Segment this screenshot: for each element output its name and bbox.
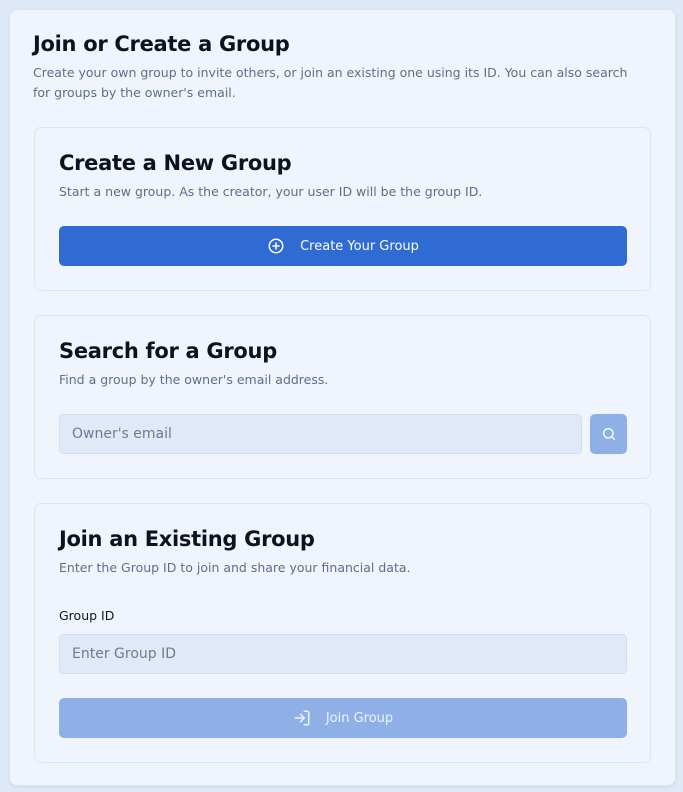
join-group-description: Enter the Group ID to join and share you… — [59, 560, 411, 575]
group-id-label: Group ID — [59, 608, 115, 623]
plus-circle-icon — [267, 237, 285, 255]
join-group-title: Join an Existing Group — [59, 527, 315, 551]
page-title: Join or Create a Group — [33, 32, 290, 56]
search-group-card: Search for a Group Find a group by the o… — [34, 315, 651, 479]
search-icon — [601, 426, 617, 442]
search-group-title: Search for a Group — [59, 339, 277, 363]
search-group-description: Find a group by the owner's email addres… — [59, 372, 329, 387]
group-panel: Join or Create a Group Create your own g… — [9, 9, 676, 786]
owner-email-input[interactable] — [59, 414, 582, 454]
create-group-title: Create a New Group — [59, 151, 292, 175]
join-group-button[interactable]: Join Group — [59, 698, 627, 738]
group-id-input[interactable] — [59, 634, 627, 674]
search-button[interactable] — [590, 414, 627, 454]
join-group-button-label: Join Group — [325, 710, 394, 726]
create-group-button-label: Create Your Group — [300, 238, 419, 254]
log-in-icon — [293, 709, 311, 727]
create-group-description: Start a new group. As the creator, your … — [59, 184, 483, 199]
create-group-card: Create a New Group Start a new group. As… — [34, 127, 651, 291]
page-description: Create your own group to invite others, … — [33, 65, 628, 100]
join-group-card: Join an Existing Group Enter the Group I… — [34, 503, 651, 763]
create-group-button[interactable]: Create Your Group — [59, 226, 627, 266]
